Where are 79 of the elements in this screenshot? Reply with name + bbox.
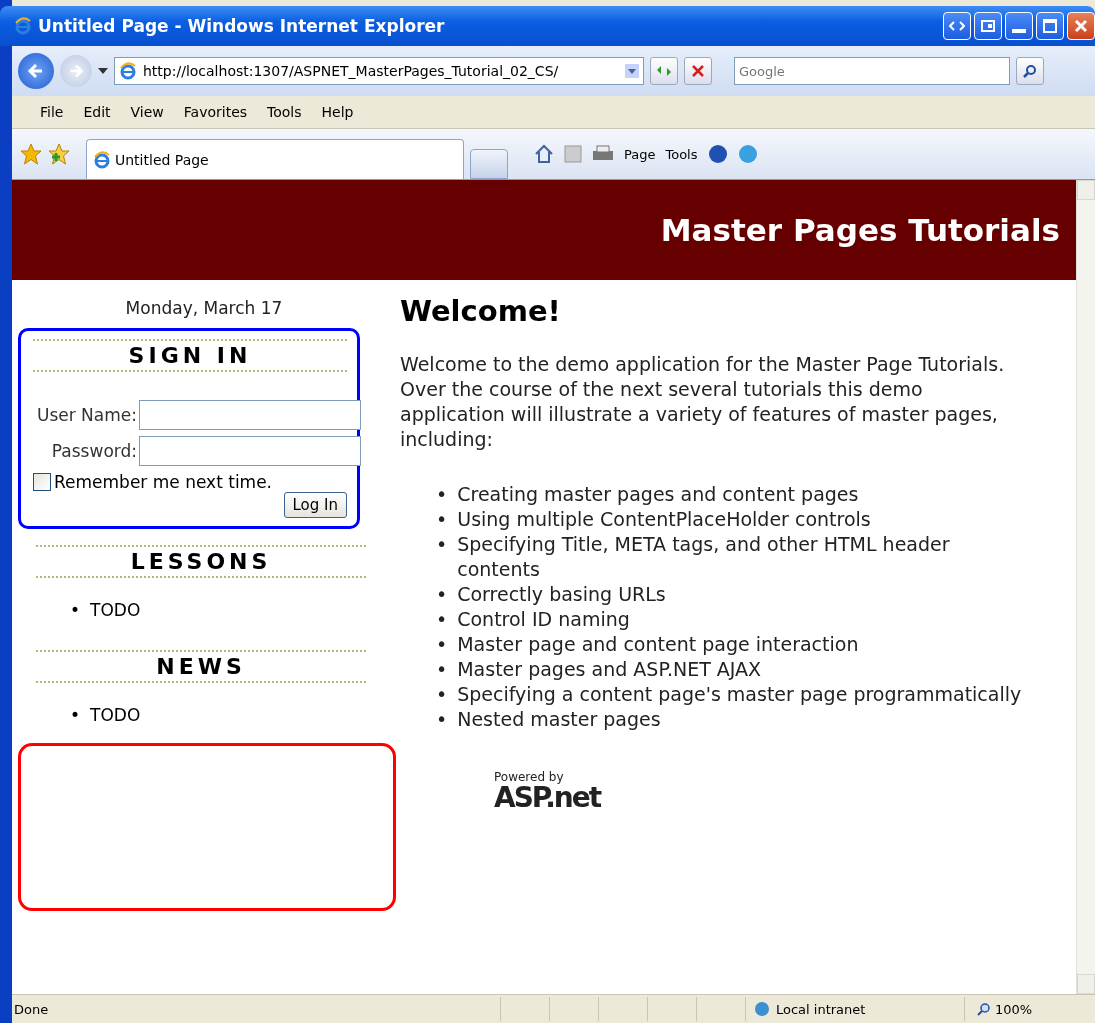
bullet: • <box>436 632 448 657</box>
list-item: Master page and content page interaction <box>457 632 859 657</box>
restore-tab-button[interactable] <box>974 12 1002 40</box>
bullet: • <box>436 482 448 507</box>
menu-item[interactable]: View <box>122 102 172 122</box>
magnifier-icon[interactable] <box>977 1002 991 1016</box>
section-title: NEWS <box>36 650 366 683</box>
search-icon <box>1023 64 1037 78</box>
browser-tab[interactable]: Untitled Page <box>86 139 464 179</box>
list-item: Nested master pages <box>457 707 661 732</box>
tools-menu[interactable]: Tools <box>665 146 698 162</box>
bullet: • <box>436 707 448 732</box>
zoom-level[interactable]: 100% <box>995 1001 1033 1017</box>
minimize-button[interactable] <box>1005 12 1033 40</box>
scrollbar[interactable] <box>1076 180 1095 994</box>
close-icon <box>691 64 705 78</box>
bullet: • <box>436 582 448 607</box>
password-field[interactable] <box>139 436 361 466</box>
home-icon[interactable] <box>534 144 554 164</box>
section-title: SIGN IN <box>33 339 347 372</box>
window-title: Untitled Page - Windows Internet Explorer <box>38 16 446 36</box>
list-item: Master pages and ASP.NET AJAX <box>457 657 762 682</box>
list-item: Specifying a content page's master page programmatically <box>457 682 1022 707</box>
list-item: Using multiple ContentPlaceHolder controls <box>457 507 871 532</box>
close-button[interactable] <box>1067 12 1095 40</box>
maximize-icon <box>1042 18 1058 34</box>
new-tab-button[interactable] <box>470 149 508 179</box>
list-item: Creating master pages and content pages <box>457 482 859 507</box>
close-icon <box>1073 18 1089 34</box>
list-item: Control ID naming <box>457 607 630 632</box>
bullet: • <box>70 705 81 725</box>
ie-logo-icon <box>119 62 137 80</box>
page-menu[interactable]: Page <box>624 146 656 162</box>
bullet: • <box>70 600 81 620</box>
refresh-button[interactable] <box>650 57 678 85</box>
username-field[interactable] <box>139 400 361 430</box>
menu-item[interactable]: File <box>32 102 72 122</box>
star-icon[interactable] <box>20 143 42 165</box>
ie-logo-icon <box>14 17 32 35</box>
ie-logo-icon <box>93 150 111 169</box>
restore-left-button[interactable] <box>943 12 971 40</box>
checkbox[interactable] <box>33 473 51 491</box>
checkbox-label: Remember me next time. <box>54 472 273 492</box>
field-label: User Name: <box>35 404 137 426</box>
printer-icon[interactable] <box>592 145 614 163</box>
menu-item[interactable]: Edit <box>75 102 119 122</box>
list-item: TODO <box>90 600 141 620</box>
status-text: Done <box>13 1001 50 1017</box>
intro-paragraph: Welcome to the demo application for the Master Page Tutorials. Over the course of the next several tutorials this demo application will illustrate a variety of features of master pages, including: <box>400 352 1006 452</box>
search-button[interactable] <box>1016 57 1044 85</box>
maximize-button[interactable] <box>1036 12 1064 40</box>
date-text: Monday, March 17 <box>125 298 283 318</box>
page-heading: Welcome! <box>400 294 562 328</box>
address-field[interactable]: http://localhost:1307/ASPNET_MasterPages_Tutorial_02_CS/ <box>114 57 644 85</box>
bullet: • <box>436 507 448 532</box>
field-label: Password: <box>50 440 137 462</box>
zone-text: Local intranet <box>776 1001 866 1017</box>
stop-button[interactable] <box>684 57 712 85</box>
list-item: Specifying Title, META tags, and other HTML header contents <box>457 532 951 582</box>
menu-item[interactable]: Help <box>313 102 362 122</box>
powered-by-logo: Powered by ASP.net <box>494 770 601 812</box>
menu-item[interactable]: Favorites <box>175 102 256 122</box>
minimize-icon <box>1011 29 1027 33</box>
bullet: • <box>436 532 448 557</box>
list-item: Correctly basing URLs <box>457 582 666 607</box>
section-title: LESSONS <box>36 545 366 578</box>
menu-item[interactable]: Tools <box>259 102 310 122</box>
add-favorite-icon[interactable] <box>48 143 70 165</box>
bullet: • <box>436 682 448 707</box>
bullet: • <box>436 657 448 682</box>
restore-tab-icon <box>980 18 996 34</box>
refresh-icon <box>655 64 673 78</box>
site-title: Master Pages Tutorials <box>660 212 1060 248</box>
bullet: • <box>436 607 448 632</box>
login-button[interactable]: Log In <box>283 492 347 518</box>
back-button[interactable] <box>18 53 54 89</box>
list-item: TODO <box>90 705 141 725</box>
search-field[interactable]: Google <box>734 57 1010 85</box>
dropdown-arrow-icon[interactable] <box>98 68 108 74</box>
